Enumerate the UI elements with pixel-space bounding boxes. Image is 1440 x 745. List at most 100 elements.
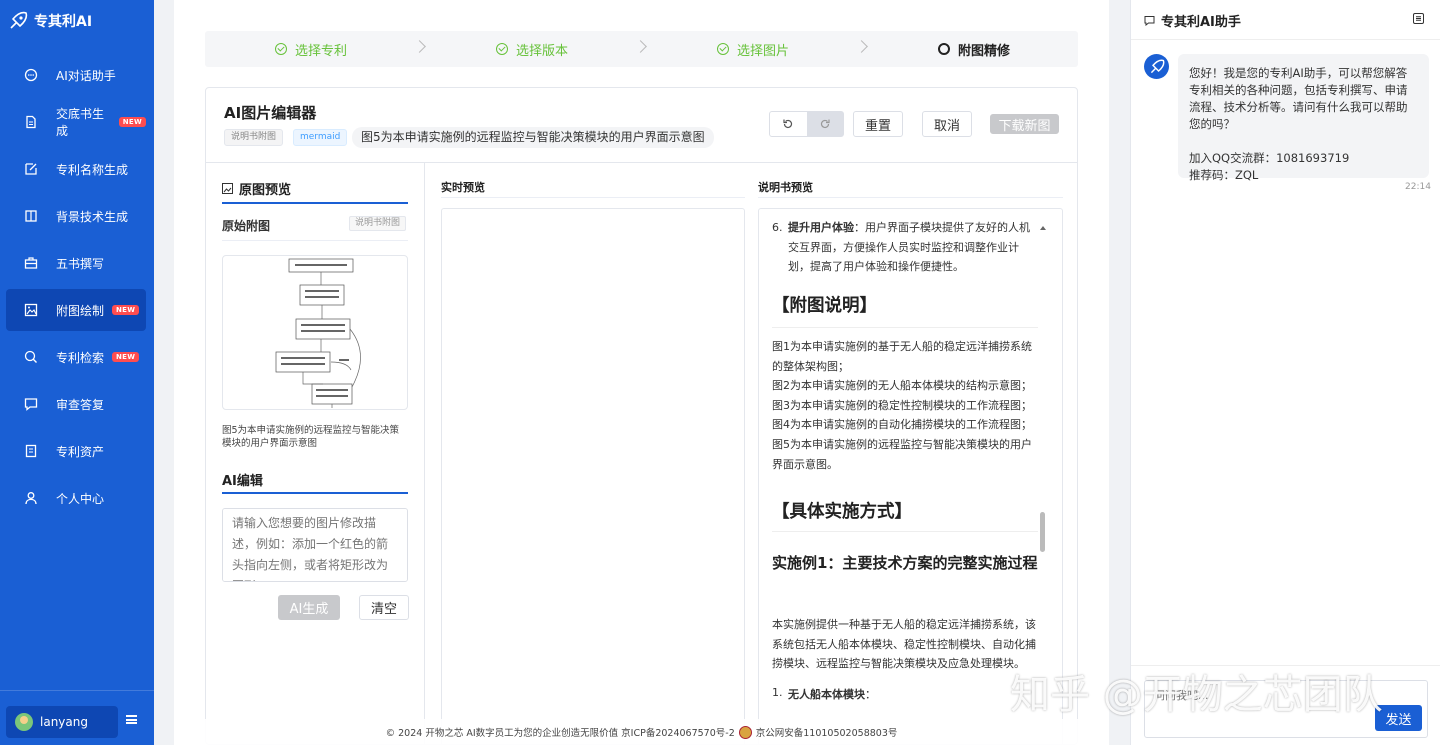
spec-preview-document[interactable]: 6. 提升用户体验：用户界面子模块提供了友好的人机交互界面，方便操作人员实时监控和… xyxy=(758,208,1063,745)
new-badge: NEW xyxy=(118,117,146,127)
section-heading: 【附图说明】 xyxy=(772,292,1038,328)
current-step-icon xyxy=(938,43,950,55)
step-select-image[interactable]: 选择图片 xyxy=(717,31,789,67)
briefcase-icon xyxy=(24,256,38,270)
police-record[interactable]: 京公网安备11010502058803号 xyxy=(756,725,898,739)
subsection-heading: 实施例1：主要技术方案的完整实施过程 xyxy=(772,554,1038,572)
file-icon xyxy=(24,444,38,458)
step-bar: 选择专利 选择版本 选择图片 附图精修 xyxy=(205,31,1078,67)
spec-figure-tag: 说明书附图 xyxy=(349,216,407,231)
main-content: 选择专利 选择版本 选择图片 附图精修 AI图片编辑器 说明书附图 mermai… xyxy=(174,0,1109,745)
clear-button[interactable]: 清空 xyxy=(359,595,409,620)
list-item: 图2为本申请实施例的无人船本体模块的结构示意图； xyxy=(772,379,1032,393)
book-icon xyxy=(24,209,38,223)
undo-redo-group xyxy=(769,111,844,137)
ai-edit-title: AI编辑 xyxy=(222,474,263,489)
live-preview-canvas[interactable] xyxy=(441,208,745,745)
search-icon xyxy=(24,350,38,364)
nav-patent-name[interactable]: 专利名称生成 xyxy=(6,148,146,190)
nav-patent-assets[interactable]: 专利资产 xyxy=(6,430,146,472)
ai-generate-button[interactable]: AI生成 xyxy=(278,595,340,620)
tag-mermaid: mermaid xyxy=(293,129,348,146)
menu-icon[interactable] xyxy=(1413,13,1424,24)
assistant-panel: 专其利AI助手 您好！我是您的专利AI助手，可以帮您解答专利相关的各种问题，包括… xyxy=(1130,0,1440,745)
edit-prompt-input[interactable] xyxy=(222,508,408,582)
rocket-logo-icon xyxy=(1150,59,1164,73)
tag-spec-figure: 说明书附图 xyxy=(224,129,284,146)
divider xyxy=(222,240,408,241)
nav-label: 专利资产 xyxy=(56,444,105,459)
chat-icon xyxy=(24,68,38,82)
nav-patent-search[interactable]: 专利检索 NEW xyxy=(6,336,146,378)
image-icon xyxy=(24,303,38,317)
step-label: 选择版本 xyxy=(516,43,569,59)
list-item: 图3为本申请实施例的稳定性控制模块的工作流程图； xyxy=(772,398,1032,412)
nav-label: 审查答复 xyxy=(56,397,105,412)
message-icon xyxy=(24,397,38,411)
nav-five-docs[interactable]: 五书撰写 xyxy=(6,242,146,284)
chevron-right-icon xyxy=(855,40,868,53)
step-select-patent[interactable]: 选择专利 xyxy=(275,31,347,67)
greeting-text: 您好！我是您的专利AI助手，可以帮您解答专利相关的各种问题，包括专利撰写、申请流… xyxy=(1189,66,1408,131)
scrollbar-thumb[interactable] xyxy=(1040,512,1045,552)
avatar xyxy=(15,713,33,731)
list-item: 图5为本申请实施例的远程监控与智能决策模块的用户界面示意图。 xyxy=(772,437,1032,471)
chevron-right-icon xyxy=(413,40,426,53)
undo-button[interactable] xyxy=(770,112,807,136)
figure-list: 图1为本申请实施例的基于无人船的稳定远洋捕捞系统的整体架构图； 图2为本申请实施… xyxy=(772,337,1040,474)
divider xyxy=(441,197,745,198)
original-preview-title: 原图预览 xyxy=(222,179,291,198)
chevron-right-icon xyxy=(634,40,647,53)
original-figure-thumbnail[interactable] xyxy=(222,255,408,410)
police-badge-icon xyxy=(738,725,752,739)
paragraph: 本实施例提供一种基于无人船的稳定远洋捕捞系统，该系统包括无人船本体模块、稳定性控… xyxy=(772,618,1036,671)
download-button[interactable]: 下载新图 xyxy=(990,114,1059,134)
nav-label: 专利名称生成 xyxy=(56,162,129,177)
nav-label: 五书撰写 xyxy=(56,256,105,271)
nav-disclosure[interactable]: 交底书生成 NEW xyxy=(6,101,146,143)
step-refine-figure[interactable]: 附图精修 xyxy=(938,31,1010,67)
chat-input-area: 发送 xyxy=(1131,665,1440,745)
nav-label: AI对话助手 xyxy=(56,68,116,83)
nav-ai-chat[interactable]: AI对话助手 xyxy=(6,54,146,96)
username: lanyang xyxy=(40,715,88,729)
bot-avatar xyxy=(1144,54,1169,79)
ai-image-editor: AI图片编辑器 说明书附图 mermaid 图5为本申请实施例的远程监控与智能决… xyxy=(205,87,1078,745)
user-icon xyxy=(24,491,38,505)
reset-button[interactable]: 重置 xyxy=(853,111,903,137)
chat-icon xyxy=(1144,16,1155,26)
nav-label: 专利检索 xyxy=(56,350,105,365)
active-underline xyxy=(222,492,408,494)
figure-description: 图5为本申请实施例的远程监控与智能决策模块的用户界面示意图 xyxy=(352,127,714,148)
flowchart-image xyxy=(275,258,361,408)
page-footer: © 2024 开物之芯 AI数字员工为您的企业创造无限价值 京ICP备20240… xyxy=(174,719,1109,745)
scroll-up-icon[interactable] xyxy=(1040,226,1046,230)
assistant-title: 专其利AI助手 xyxy=(1144,11,1241,30)
sidebar: 专其利AI AI对话助手 交底书生成 NEW 专利名称生成 背景技术生成 五书撰… xyxy=(0,0,154,745)
step-select-version[interactable]: 选择版本 xyxy=(496,31,568,67)
undo-icon xyxy=(783,119,793,129)
nav-figure-drawing[interactable]: 附图绘制 NEW xyxy=(6,289,146,331)
cancel-button[interactable]: 取消 xyxy=(922,111,972,137)
nav-user-center[interactable]: 个人中心 xyxy=(6,477,146,519)
assistant-message: 您好！我是您的专利AI助手，可以帮您解答专利相关的各种问题，包括专利撰写、申请流… xyxy=(1178,54,1429,182)
edit-icon xyxy=(24,162,38,176)
collapse-menu-icon[interactable] xyxy=(126,715,137,724)
copyright-text: © 2024 开物之芯 AI数字员工为您的企业创造无限价值 京ICP备20240… xyxy=(385,728,735,739)
brand-logo[interactable]: 专其利AI xyxy=(8,10,92,32)
check-circle-icon xyxy=(496,43,508,55)
user-profile[interactable]: lanyang xyxy=(6,706,118,738)
assistant-header: 专其利AI助手 xyxy=(1131,0,1440,40)
list-item: 1. 无人船本体模块： xyxy=(772,686,876,701)
send-button[interactable]: 发送 xyxy=(1375,705,1422,731)
check-circle-icon xyxy=(717,43,729,55)
list-item: 图4为本申请实施例的自动化捕捞模块的工作流程图； xyxy=(772,418,1032,432)
nav-label: 附图绘制 xyxy=(56,303,105,318)
nav-label: 背景技术生成 xyxy=(56,209,129,224)
nav-exam-response[interactable]: 审查答复 xyxy=(6,383,146,425)
rocket-logo-icon xyxy=(10,11,28,29)
redo-button[interactable] xyxy=(806,112,843,136)
image-icon xyxy=(222,183,233,194)
nav-background[interactable]: 背景技术生成 xyxy=(6,195,146,237)
active-underline xyxy=(222,202,408,204)
